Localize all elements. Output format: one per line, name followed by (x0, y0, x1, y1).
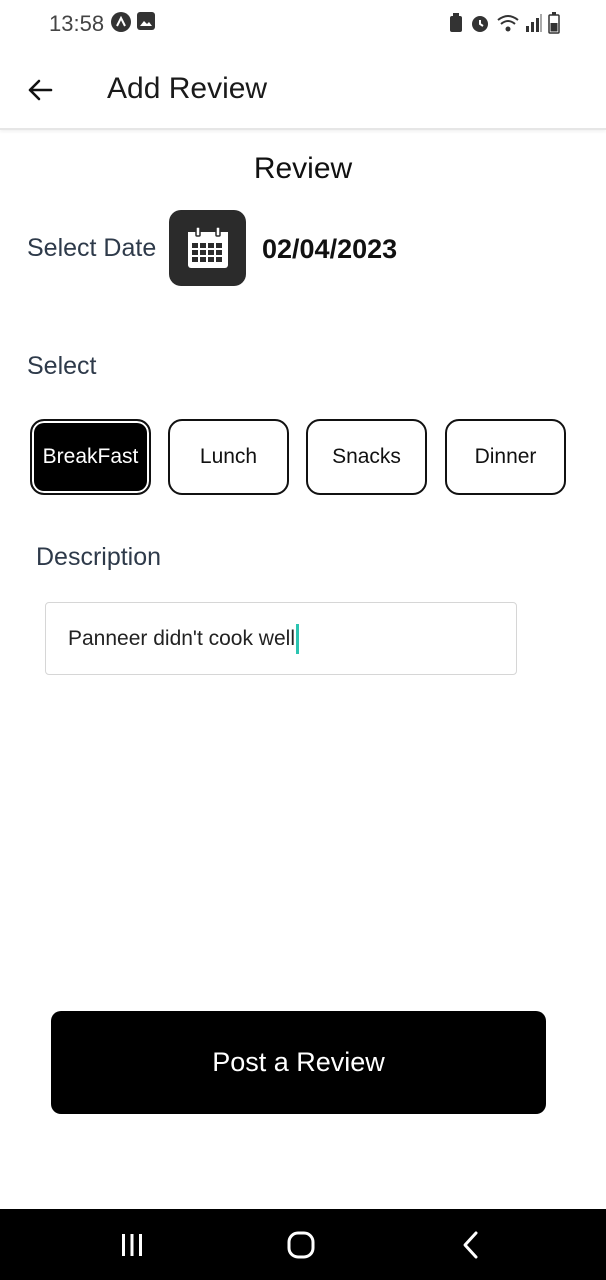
page-title: Add Review (107, 72, 268, 105)
battery-icon (548, 12, 560, 34)
calendar-icon (187, 226, 228, 268)
description-label: Description (36, 543, 162, 571)
status-right-icons (448, 12, 560, 34)
back-button[interactable] (20, 70, 60, 110)
calendar-button[interactable] (169, 210, 246, 286)
select-date-label: Select Date (27, 234, 157, 262)
system-nav-bar (0, 1209, 606, 1280)
arrow-left-icon (28, 79, 53, 101)
meal-chip-dinner[interactable]: Dinner (445, 419, 566, 495)
selected-date[interactable]: 02/04/2023 (262, 234, 397, 265)
wifi-icon (497, 15, 519, 32)
meal-chip-snacks[interactable]: Snacks (306, 419, 427, 495)
image-icon (137, 12, 155, 30)
app-notification-icon (111, 12, 131, 32)
recents-button[interactable] (114, 1227, 150, 1263)
home-icon (287, 1231, 315, 1259)
select-meal-label: Select (27, 352, 97, 380)
description-text: Panneer didn't cook well (68, 626, 295, 650)
recents-icon (122, 1234, 142, 1256)
battery-saver-icon (450, 13, 462, 32)
nav-back-button[interactable] (453, 1227, 489, 1263)
meal-chip-breakfast[interactable]: BreakFast (30, 419, 151, 495)
home-button[interactable] (283, 1227, 319, 1263)
alarm-icon (472, 16, 488, 32)
status-bar: 13:58 (0, 0, 606, 48)
back-chevron-icon (463, 1231, 478, 1259)
meal-chip-lunch[interactable]: Lunch (168, 419, 289, 495)
review-heading: Review (253, 152, 353, 185)
description-input[interactable]: Panneer didn't cook well (45, 602, 517, 675)
status-time: 13:58 (49, 11, 105, 36)
text-cursor (295, 623, 299, 654)
app-bar: Add Review (0, 48, 606, 130)
status-left-icons (111, 12, 155, 32)
post-review-button[interactable]: Post a Review (51, 1011, 546, 1114)
signal-icon (526, 14, 542, 32)
